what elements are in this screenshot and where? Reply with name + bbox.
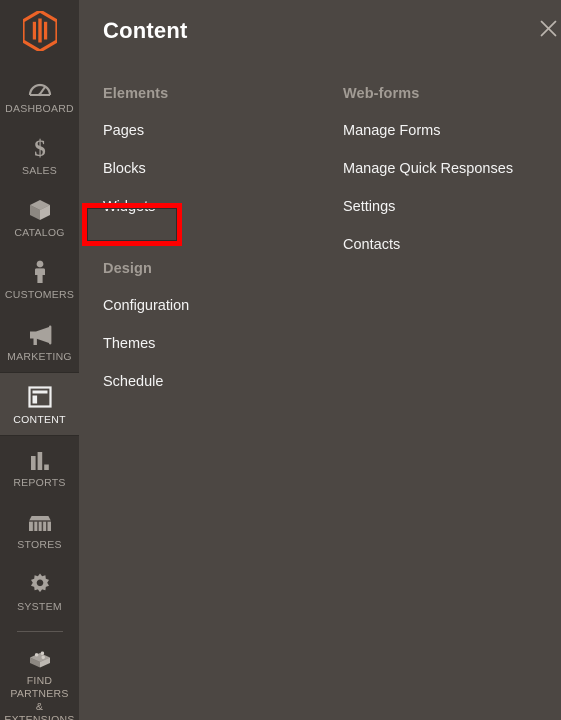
sidebar-item-label: SALES bbox=[21, 165, 58, 177]
gear-icon bbox=[25, 570, 55, 596]
menu-link-contacts[interactable]: Contacts bbox=[343, 236, 400, 255]
sidebar-item-system[interactable]: SYSTEM bbox=[0, 560, 79, 622]
sidebar-item-label: DASHBOARD bbox=[5, 103, 74, 115]
menu-columns: Elements Pages Blocks Widgets Design Con… bbox=[79, 62, 561, 392]
sidebar-divider bbox=[16, 631, 63, 632]
person-icon bbox=[25, 258, 55, 284]
menu-link-pages[interactable]: Pages bbox=[103, 122, 144, 141]
menu-link-settings[interactable]: Settings bbox=[343, 198, 395, 217]
sidebar-item-label: SYSTEM bbox=[17, 601, 62, 613]
content-menu-panel: Content Elements Pages Blocks Widgets De… bbox=[79, 0, 561, 720]
group-web-forms: Web-forms Manage Forms Manage Quick Resp… bbox=[343, 86, 561, 255]
page-title: Content bbox=[103, 18, 188, 43]
elements-design-column: Elements Pages Blocks Widgets Design Con… bbox=[103, 86, 343, 392]
layout-panel-icon bbox=[25, 383, 55, 409]
sidebar-item-reports[interactable]: REPORTS bbox=[0, 436, 79, 498]
sidebar-item-label-line1: FIND PARTNERS bbox=[10, 675, 69, 700]
sidebar-item-catalog[interactable]: CATALOG bbox=[0, 186, 79, 248]
group-title: Elements bbox=[103, 86, 169, 102]
menu-link-configuration[interactable]: Configuration bbox=[103, 297, 189, 316]
sidebar-item-label: CATALOG bbox=[14, 227, 65, 239]
panel-header: Content bbox=[79, 0, 561, 62]
sidebar-item-content[interactable]: CONTENT bbox=[0, 372, 79, 436]
sidebar-item-customers[interactable]: CUSTOMERS bbox=[0, 248, 79, 310]
sidebar-item-label: REPORTS bbox=[13, 477, 66, 489]
sidebar-item-label: CONTENT bbox=[13, 414, 66, 426]
extension-blocks-icon bbox=[25, 644, 55, 670]
magento-admin-content-menu: DASHBOARD $ SALES CATALOG CUSTOMERS MARK… bbox=[0, 0, 561, 720]
storefront-icon bbox=[25, 508, 55, 534]
menu-link-manage-forms[interactable]: Manage Forms bbox=[343, 122, 441, 141]
sidebar-item-label: CUSTOMERS bbox=[4, 289, 75, 301]
menu-link-blocks[interactable]: Blocks bbox=[103, 160, 146, 179]
sidebar-item-label: MARKETING bbox=[7, 351, 72, 363]
menu-link-manage-quick-responses[interactable]: Manage Quick Responses bbox=[343, 160, 513, 179]
sidebar-item-find-partners-extensions[interactable]: FIND PARTNERS & EXTENSIONS bbox=[0, 634, 79, 720]
menu-link-schedule[interactable]: Schedule bbox=[103, 373, 163, 392]
magento-logo-icon bbox=[22, 11, 57, 51]
close-icon[interactable] bbox=[535, 15, 561, 42]
group-title: Web-forms bbox=[343, 86, 420, 102]
sidebar-item-label: STORES bbox=[17, 539, 62, 551]
admin-sidebar: DASHBOARD $ SALES CATALOG CUSTOMERS MARK… bbox=[0, 0, 79, 720]
menu-link-themes[interactable]: Themes bbox=[103, 335, 155, 354]
sidebar-item-marketing[interactable]: MARKETING bbox=[0, 310, 79, 372]
bar-chart-icon bbox=[25, 446, 55, 472]
dashboard-gauge-icon bbox=[25, 72, 55, 98]
dollar-sign-icon: $ bbox=[25, 134, 55, 160]
sidebar-item-label-line2: & EXTENSIONS bbox=[4, 701, 75, 720]
sidebar-item-stores[interactable]: STORES bbox=[0, 498, 79, 560]
magento-logo[interactable] bbox=[0, 0, 79, 62]
megaphone-icon bbox=[25, 320, 55, 346]
sidebar-item-sales[interactable]: $ SALES bbox=[0, 124, 79, 186]
sidebar-item-dashboard[interactable]: DASHBOARD bbox=[0, 62, 79, 124]
svg-text:$: $ bbox=[34, 136, 46, 160]
box-icon bbox=[25, 196, 55, 222]
menu-link-widgets[interactable]: Widgets bbox=[103, 198, 155, 217]
group-design: Design Configuration Themes Schedule bbox=[103, 261, 343, 392]
web-forms-column: Web-forms Manage Forms Manage Quick Resp… bbox=[343, 86, 561, 392]
group-title: Design bbox=[103, 261, 152, 277]
group-elements: Elements Pages Blocks Widgets bbox=[103, 86, 343, 217]
